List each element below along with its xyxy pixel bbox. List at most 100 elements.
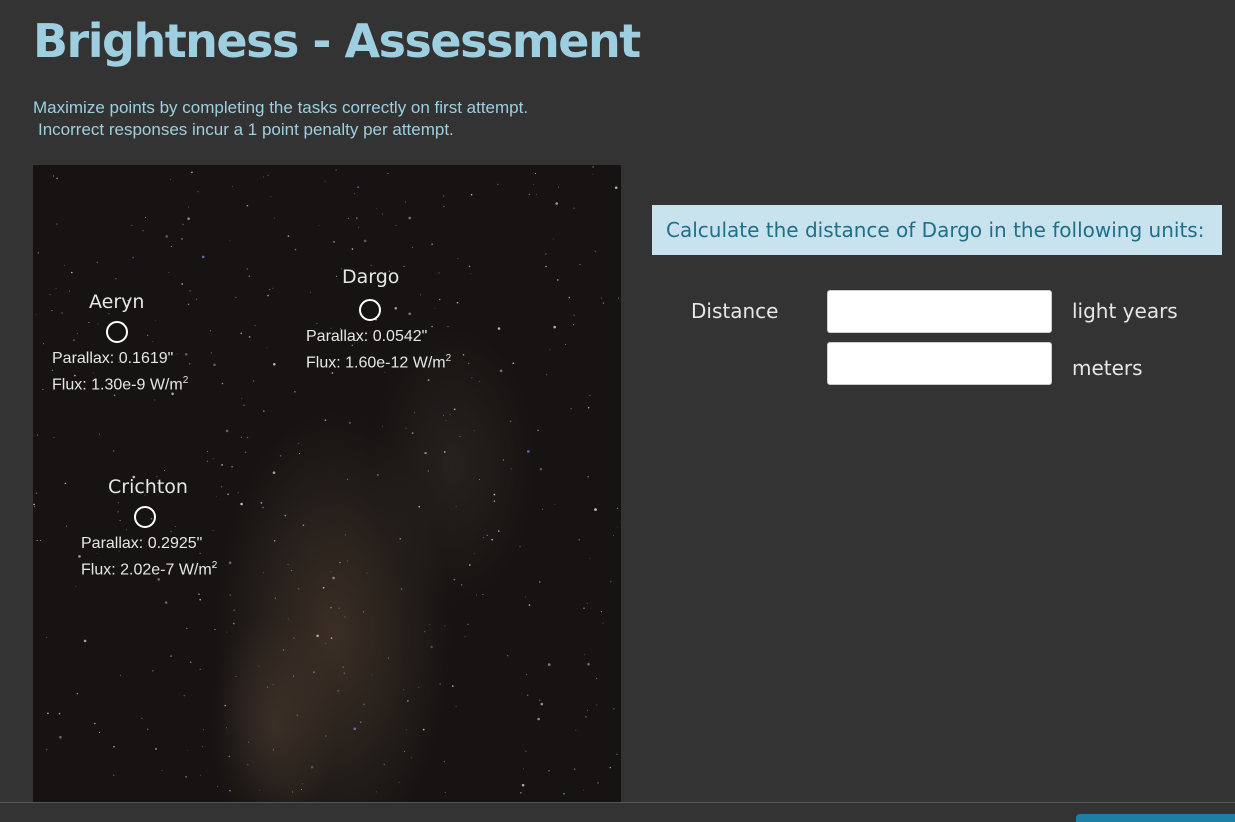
background-star <box>170 530 172 532</box>
background-star <box>214 629 216 630</box>
background-star <box>332 576 335 580</box>
background-star <box>460 584 463 586</box>
background-star <box>267 174 269 176</box>
background-star <box>344 534 346 536</box>
background-star <box>464 636 466 638</box>
background-star <box>549 349 551 351</box>
background-star <box>439 683 441 685</box>
background-star <box>585 716 587 718</box>
background-star <box>294 248 297 251</box>
background-star <box>229 594 231 596</box>
star-circle-dargo[interactable] <box>359 299 381 321</box>
background-star <box>400 588 403 590</box>
background-star <box>375 791 377 793</box>
background-star <box>592 173 594 175</box>
star-circle-aeryn[interactable] <box>106 321 128 343</box>
distance-light-years-input[interactable] <box>827 290 1052 333</box>
background-star <box>587 662 590 666</box>
background-star <box>351 248 354 250</box>
background-star <box>371 674 373 676</box>
background-star <box>189 290 191 292</box>
background-star <box>154 319 156 321</box>
background-star <box>273 363 276 366</box>
background-star <box>132 256 134 259</box>
background-star <box>76 333 78 335</box>
background-star <box>453 578 456 581</box>
background-star <box>188 206 189 208</box>
background-star <box>199 774 201 776</box>
background-star <box>349 422 351 424</box>
background-star <box>558 186 559 188</box>
background-star <box>486 534 488 536</box>
background-star <box>478 479 480 480</box>
instructions-line-2: Incorrect responses incur a 1 point pena… <box>38 120 454 139</box>
background-star <box>174 526 176 527</box>
background-star <box>287 618 289 620</box>
background-star <box>187 303 190 306</box>
background-star <box>324 643 326 644</box>
background-star <box>539 467 543 471</box>
background-star <box>59 735 62 739</box>
background-star <box>215 496 217 498</box>
star-info-crichton: Parallax: 0.2925" Flux: 2.02e-7 W/m2 <box>81 533 217 581</box>
background-star <box>252 380 255 382</box>
background-star <box>519 546 521 548</box>
background-star <box>191 171 193 174</box>
background-star <box>546 374 548 376</box>
background-star <box>377 474 379 476</box>
distance-meters-input[interactable] <box>827 342 1052 385</box>
star-name-dargo: Dargo <box>342 266 400 288</box>
background-star <box>509 420 512 423</box>
background-star <box>71 271 73 274</box>
background-star <box>613 534 615 536</box>
background-star <box>573 314 575 316</box>
background-star <box>387 657 389 659</box>
background-star <box>126 529 128 531</box>
background-star <box>346 560 348 562</box>
background-star <box>55 288 57 290</box>
background-star <box>582 789 584 791</box>
background-star <box>471 377 473 379</box>
background-star <box>226 727 227 729</box>
background-star <box>224 704 226 707</box>
background-star <box>617 507 619 509</box>
background-star <box>539 581 541 583</box>
background-star <box>363 611 364 613</box>
background-star <box>229 240 231 242</box>
background-star <box>83 639 87 643</box>
background-star <box>75 585 77 587</box>
background-star <box>406 729 408 731</box>
background-star <box>482 537 484 539</box>
background-star <box>39 540 41 541</box>
background-star <box>292 791 294 793</box>
star-circle-crichton[interactable] <box>134 506 156 528</box>
background-star <box>213 363 216 367</box>
background-star <box>347 217 349 219</box>
background-star <box>587 475 589 478</box>
background-star <box>333 241 335 243</box>
background-star <box>246 204 249 207</box>
background-star <box>405 427 407 429</box>
star-info-dargo: Parallax: 0.0542" Flux: 1.60e-12 W/m2 <box>306 326 451 374</box>
star-parallax-dargo: Parallax: 0.0542" <box>306 328 428 345</box>
background-star <box>433 307 435 309</box>
background-star <box>221 486 223 488</box>
next-button[interactable] <box>1076 814 1235 822</box>
background-star <box>272 287 274 289</box>
background-star <box>233 622 235 625</box>
background-star <box>535 173 536 174</box>
background-star <box>267 294 269 297</box>
background-star <box>545 253 547 255</box>
background-star <box>537 717 540 721</box>
background-star <box>152 670 154 672</box>
background-star <box>302 783 304 785</box>
background-star <box>69 290 71 292</box>
background-star <box>597 782 599 784</box>
background-star <box>153 399 156 401</box>
background-star <box>427 379 430 381</box>
flux-unit-exponent: 2 <box>211 560 218 571</box>
background-star <box>259 789 261 791</box>
background-star <box>573 207 575 209</box>
background-star <box>438 298 441 301</box>
star-parallax-crichton: Parallax: 0.2925" <box>81 535 203 552</box>
